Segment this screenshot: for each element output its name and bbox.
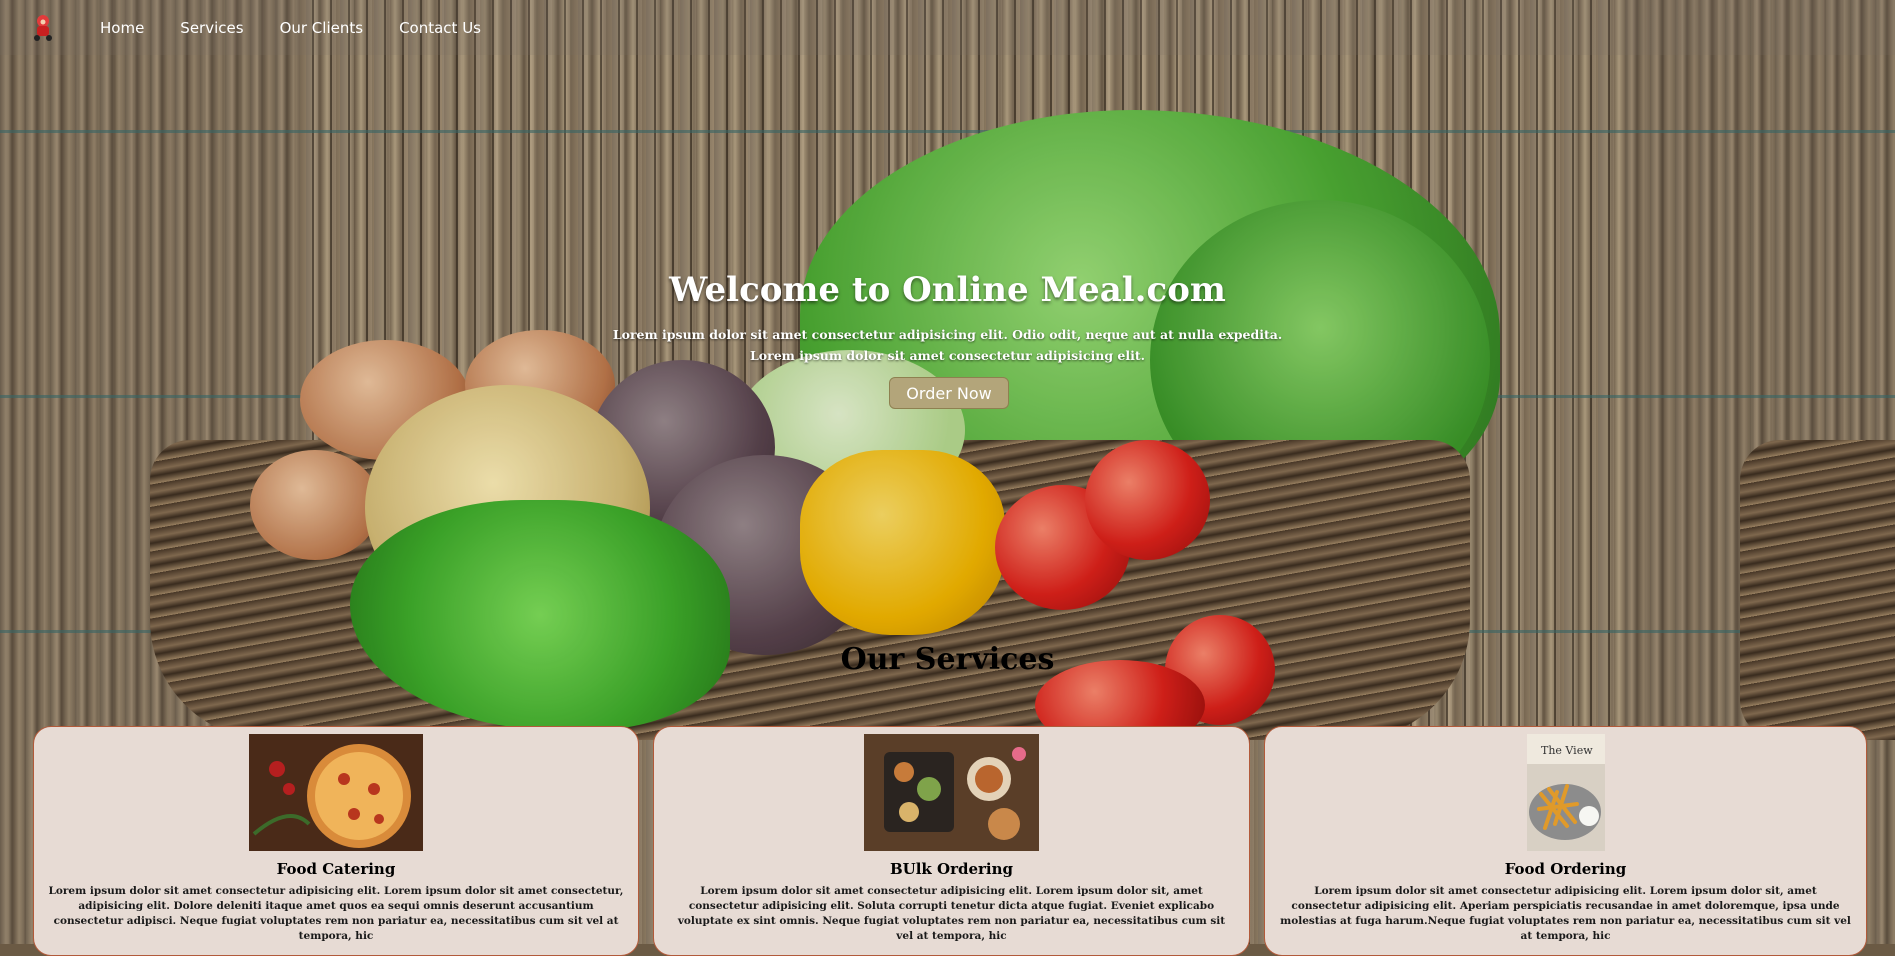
nav-links: Home Services Our Clients Contact Us — [100, 0, 481, 55]
card-title: BUlk Ordering — [889, 860, 1014, 878]
card-title: Food Ordering — [1504, 860, 1627, 878]
card-text: Lorem ipsum dolor sit amet consectetur a… — [677, 885, 1226, 942]
order-now-button[interactable]: Order Now — [889, 377, 1009, 409]
nav-link-our-clients[interactable]: Our Clients — [280, 19, 364, 37]
hero-title: Welcome to Online Meal.com — [669, 270, 1226, 310]
service-card-food-ordering[interactable]: The View Food Ordering Lorem ipsum dolor… — [1264, 726, 1867, 956]
service-card-food-catering[interactable]: Food Catering Lorem ipsum dolor sit amet… — [33, 726, 639, 956]
fries-photo: The View — [1526, 734, 1605, 851]
top-navbar: Home Services Our Clients Contact Us — [0, 0, 1895, 55]
svg-text:The View: The View — [1541, 744, 1593, 757]
chef-mascot-icon[interactable] — [28, 12, 58, 42]
service-card-bulk-ordering[interactable]: BUlk Ordering Lorem ipsum dolor sit amet… — [653, 726, 1250, 956]
hero-section: Welcome to Online Meal.com Lorem ipsum d… — [0, 270, 1895, 366]
card-text: Lorem ipsum dolor sit amet consectetur a… — [48, 885, 624, 942]
hero-subtitle-line-1: Lorem ipsum dolor sit amet consectetur a… — [612, 327, 1283, 342]
nav-link-contact-us[interactable]: Contact Us — [399, 19, 481, 37]
card-text: Lorem ipsum dolor sit amet consectetur a… — [1280, 885, 1851, 942]
pizza-photo — [249, 734, 423, 851]
nav-link-services[interactable]: Services — [180, 19, 243, 37]
platter-photo — [864, 734, 1039, 851]
hero-subtitle: Lorem ipsum dolor sit amet consectetur a… — [0, 324, 1895, 366]
nav-link-home[interactable]: Home — [100, 19, 144, 37]
services-heading: Our Services — [840, 642, 1055, 677]
hero-subtitle-line-2: Lorem ipsum dolor sit amet consectetur a… — [750, 348, 1145, 363]
card-title: Food Catering — [276, 860, 396, 878]
